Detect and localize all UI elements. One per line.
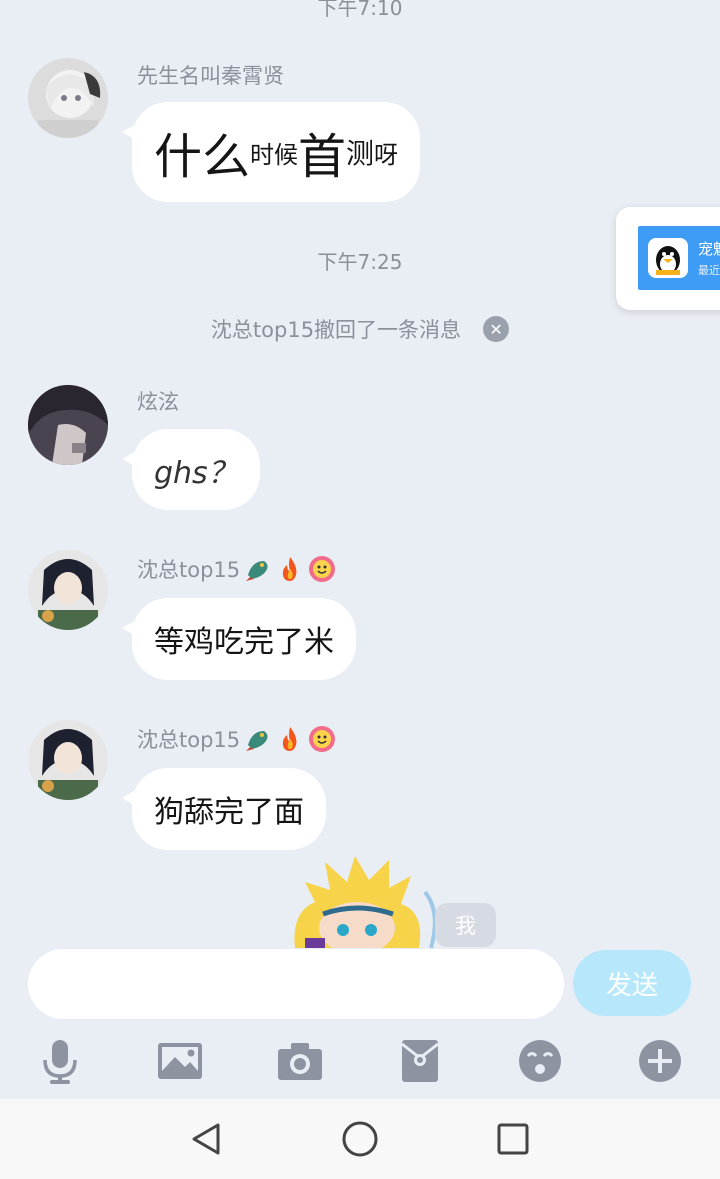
dragon-badge-icon [244, 555, 272, 583]
recents-icon[interactable] [493, 1119, 533, 1159]
red-packet-icon[interactable] [397, 1038, 443, 1084]
sender-name: 沈总top15 [137, 554, 336, 584]
timestamp-top: 下午7:10 [317, 0, 403, 20]
message-text: 时候 [250, 140, 299, 169]
plus-icon[interactable] [637, 1038, 683, 1084]
message-text: 狗舔完了面 [154, 795, 304, 830]
sender-name-text: 沈总top15 [137, 558, 241, 582]
back-icon[interactable] [186, 1119, 226, 1159]
message-bubble[interactable]: 狗舔完了面 [122, 768, 326, 850]
dragon-badge-icon [244, 725, 272, 753]
message-input[interactable] [28, 949, 564, 1019]
message-text: 首 [298, 129, 347, 185]
avatar[interactable] [28, 58, 108, 138]
microphone-icon[interactable] [37, 1038, 83, 1084]
message-bubble[interactable]: ghs？ [122, 429, 260, 510]
send-button[interactable]: 发送 [573, 950, 691, 1016]
camera-icon[interactable] [277, 1038, 323, 1084]
image-icon[interactable] [157, 1038, 203, 1084]
input-row: 发送 [0, 947, 720, 1022]
flower-face-icon [308, 555, 336, 583]
recall-notice: 沈总top15撤回了一条消息 ✕ [0, 314, 720, 344]
flower-face-icon [308, 725, 336, 753]
close-icon[interactable]: ✕ [483, 316, 510, 342]
avatar[interactable] [28, 720, 108, 800]
home-icon[interactable] [340, 1119, 380, 1159]
avatar[interactable] [28, 550, 108, 630]
system-nav-bar [0, 1099, 720, 1179]
fire-icon [276, 555, 304, 583]
sender-name: 沈总top15 [137, 724, 336, 754]
message-text: 等鸡吃完了米 [154, 625, 334, 660]
message-text: ghs？ [154, 455, 238, 491]
message-text: 什么 [154, 129, 251, 185]
sender-name: 先生名叫秦霄贤 [137, 64, 284, 88]
message-bubble[interactable]: 什么 时候首测呀 [121, 102, 421, 202]
recall-notice-text: 沈总top15撤回了一条消息 [210, 318, 462, 342]
message-bubble[interactable]: 等鸡吃完了米 [122, 598, 356, 680]
character-sticker[interactable] [285, 852, 445, 948]
message-text: 呀 [374, 140, 399, 169]
chat-toolbar [0, 1030, 720, 1090]
me-label: 我 [435, 903, 496, 947]
emoji-icon[interactable] [517, 1038, 563, 1084]
avatar[interactable] [28, 385, 108, 465]
timestamp: 下午7:25 [317, 250, 403, 274]
fire-icon [276, 725, 304, 753]
sender-name-text: 沈总top15 [137, 728, 241, 752]
message-text: 测 [346, 137, 375, 170]
sender-name: 炫泫 [137, 390, 179, 414]
